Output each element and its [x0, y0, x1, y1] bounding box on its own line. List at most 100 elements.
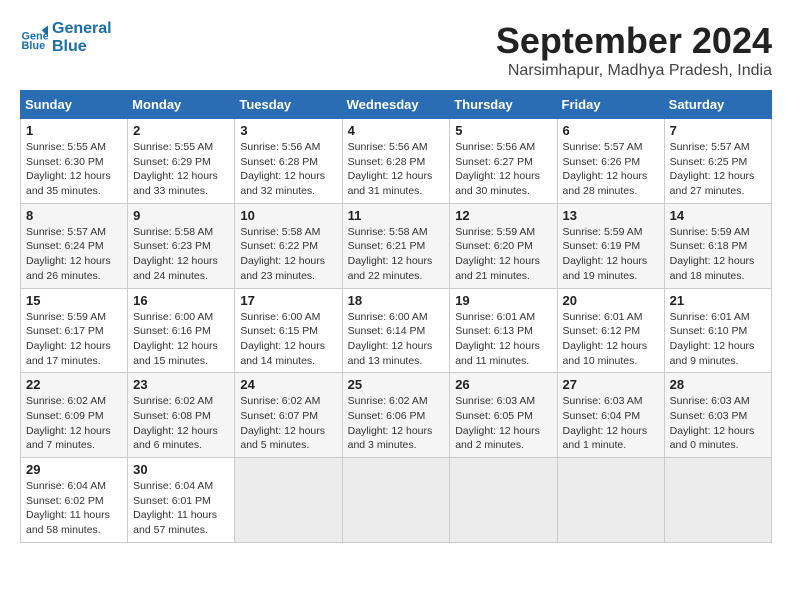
calendar-cell: 5 Sunrise: 5:56 AMSunset: 6:27 PMDaylight…: [450, 119, 557, 204]
day-info: Sunrise: 6:00 AMSunset: 6:16 PMDaylight:…: [133, 310, 229, 369]
logo-icon: General Blue: [20, 24, 48, 52]
day-info: Sunrise: 5:59 AMSunset: 6:17 PMDaylight:…: [26, 310, 122, 369]
day-number: 20: [563, 293, 659, 308]
day-info: Sunrise: 6:01 AMSunset: 6:13 PMDaylight:…: [455, 310, 551, 369]
calendar-cell: 21 Sunrise: 6:01 AMSunset: 6:10 PMDayligh…: [664, 288, 771, 373]
calendar-cell: 26Sunrise: 6:03 AMSunset: 6:05 PMDayligh…: [450, 373, 557, 458]
calendar-cell: 24 Sunrise: 6:02 AMSunset: 6:07 PMDayligh…: [235, 373, 342, 458]
day-info: Sunrise: 6:04 AMSunset: 6:01 PMDaylight:…: [133, 479, 229, 538]
day-info: Sunrise: 5:57 AMSunset: 6:24 PMDaylight:…: [26, 225, 122, 284]
calendar-cell: 22 Sunrise: 6:02 AMSunset: 6:09 PMDayligh…: [21, 373, 128, 458]
day-info: Sunrise: 5:58 AMSunset: 6:21 PMDaylight:…: [348, 225, 445, 284]
day-number: 21: [670, 293, 766, 308]
calendar-cell: 19Sunrise: 6:01 AMSunset: 6:13 PMDayligh…: [450, 288, 557, 373]
day-number: 10: [240, 208, 336, 223]
day-info: Sunrise: 6:02 AMSunset: 6:07 PMDaylight:…: [240, 394, 336, 453]
calendar-cell: 16 Sunrise: 6:00 AMSunset: 6:16 PMDayligh…: [128, 288, 235, 373]
day-info: Sunrise: 6:02 AMSunset: 6:06 PMDaylight:…: [348, 394, 445, 453]
location-title: Narsimhapur, Madhya Pradesh, India: [496, 62, 772, 80]
calendar-week-row: 22 Sunrise: 6:02 AMSunset: 6:09 PMDayligh…: [21, 373, 772, 458]
day-number: 17: [240, 293, 336, 308]
calendar-cell: 25Sunrise: 6:02 AMSunset: 6:06 PMDayligh…: [342, 373, 450, 458]
day-number: 6: [563, 123, 659, 138]
day-number: 4: [348, 123, 445, 138]
day-info: Sunrise: 6:02 AMSunset: 6:08 PMDaylight:…: [133, 394, 229, 453]
header-monday: Monday: [128, 91, 235, 119]
calendar-cell: 7 Sunrise: 5:57 AMSunset: 6:25 PMDaylight…: [664, 119, 771, 204]
calendar-cell: 9 Sunrise: 5:58 AMSunset: 6:23 PMDaylight…: [128, 203, 235, 288]
calendar-cell: 3Sunrise: 5:56 AMSunset: 6:28 PMDaylight…: [235, 119, 342, 204]
logo-line1: General: [52, 20, 112, 38]
header-friday: Friday: [557, 91, 664, 119]
day-number: 22: [26, 377, 122, 392]
day-info: Sunrise: 5:56 AMSunset: 6:28 PMDaylight:…: [348, 140, 445, 199]
day-info: Sunrise: 5:56 AMSunset: 6:28 PMDaylight:…: [240, 140, 336, 199]
calendar-cell: 2 Sunrise: 5:55 AMSunset: 6:29 PMDaylight…: [128, 119, 235, 204]
calendar-cell: 20 Sunrise: 6:01 AMSunset: 6:12 PMDayligh…: [557, 288, 664, 373]
day-info: Sunrise: 5:57 AMSunset: 6:26 PMDaylight:…: [563, 140, 659, 199]
calendar-cell: 30 Sunrise: 6:04 AMSunset: 6:01 PMDayligh…: [128, 458, 235, 543]
day-number: 15: [26, 293, 122, 308]
day-number: 13: [563, 208, 659, 223]
calendar-cell: 11 Sunrise: 5:58 AMSunset: 6:21 PMDayligh…: [342, 203, 450, 288]
day-info: Sunrise: 5:59 AMSunset: 6:20 PMDaylight:…: [455, 225, 551, 284]
day-number: 8: [26, 208, 122, 223]
svg-text:Blue: Blue: [22, 39, 46, 51]
calendar-cell: [664, 458, 771, 543]
calendar-cell: [235, 458, 342, 543]
month-title: September 2024: [496, 20, 772, 62]
calendar-cell: 23 Sunrise: 6:02 AMSunset: 6:08 PMDayligh…: [128, 373, 235, 458]
header-tuesday: Tuesday: [235, 91, 342, 119]
day-info: Sunrise: 6:04 AMSunset: 6:02 PMDaylight:…: [26, 479, 122, 538]
calendar-cell: 27Sunrise: 6:03 AMSunset: 6:04 PMDayligh…: [557, 373, 664, 458]
calendar-cell: 1 Sunrise: 5:55 AMSunset: 6:30 PMDaylight…: [21, 119, 128, 204]
day-info: Sunrise: 5:55 AMSunset: 6:30 PMDaylight:…: [26, 140, 122, 199]
day-number: 5: [455, 123, 551, 138]
calendar-cell: 17 Sunrise: 6:00 AMSunset: 6:15 PMDayligh…: [235, 288, 342, 373]
day-info: Sunrise: 6:01 AMSunset: 6:10 PMDaylight:…: [670, 310, 766, 369]
day-info: Sunrise: 6:02 AMSunset: 6:09 PMDaylight:…: [26, 394, 122, 453]
calendar-week-row: 8 Sunrise: 5:57 AMSunset: 6:24 PMDaylight…: [21, 203, 772, 288]
day-number: 11: [348, 208, 445, 223]
day-number: 2: [133, 123, 229, 138]
header-sunday: Sunday: [21, 91, 128, 119]
calendar-cell: 4 Sunrise: 5:56 AMSunset: 6:28 PMDaylight…: [342, 119, 450, 204]
calendar-cell: [557, 458, 664, 543]
title-section: September 2024 Narsimhapur, Madhya Prade…: [496, 20, 772, 80]
day-number: 7: [670, 123, 766, 138]
header-saturday: Saturday: [664, 91, 771, 119]
calendar-week-row: 29 Sunrise: 6:04 AMSunset: 6:02 PMDayligh…: [21, 458, 772, 543]
day-number: 26: [455, 377, 551, 392]
day-number: 9: [133, 208, 229, 223]
day-number: 1: [26, 123, 122, 138]
calendar-cell: 8 Sunrise: 5:57 AMSunset: 6:24 PMDaylight…: [21, 203, 128, 288]
calendar-cell: 15 Sunrise: 5:59 AMSunset: 6:17 PMDayligh…: [21, 288, 128, 373]
day-info: Sunrise: 5:58 AMSunset: 6:23 PMDaylight:…: [133, 225, 229, 284]
calendar-cell: 6 Sunrise: 5:57 AMSunset: 6:26 PMDaylight…: [557, 119, 664, 204]
day-number: 24: [240, 377, 336, 392]
header-thursday: Thursday: [450, 91, 557, 119]
calendar-week-row: 1 Sunrise: 5:55 AMSunset: 6:30 PMDaylight…: [21, 119, 772, 204]
logo-line2: Blue: [52, 38, 112, 56]
day-info: Sunrise: 5:59 AMSunset: 6:19 PMDaylight:…: [563, 225, 659, 284]
calendar-cell: 13 Sunrise: 5:59 AMSunset: 6:19 PMDayligh…: [557, 203, 664, 288]
calendar-cell: [450, 458, 557, 543]
calendar-cell: [342, 458, 450, 543]
calendar-week-row: 15 Sunrise: 5:59 AMSunset: 6:17 PMDayligh…: [21, 288, 772, 373]
calendar-body: 1 Sunrise: 5:55 AMSunset: 6:30 PMDaylight…: [21, 119, 772, 543]
calendar-cell: 10Sunrise: 5:58 AMSunset: 6:22 PMDayligh…: [235, 203, 342, 288]
day-info: Sunrise: 5:55 AMSunset: 6:29 PMDaylight:…: [133, 140, 229, 199]
day-number: 18: [348, 293, 445, 308]
day-number: 28: [670, 377, 766, 392]
day-number: 23: [133, 377, 229, 392]
header-wednesday: Wednesday: [342, 91, 450, 119]
day-number: 16: [133, 293, 229, 308]
day-info: Sunrise: 5:56 AMSunset: 6:27 PMDaylight:…: [455, 140, 551, 199]
day-info: Sunrise: 6:01 AMSunset: 6:12 PMDaylight:…: [563, 310, 659, 369]
day-info: Sunrise: 6:00 AMSunset: 6:15 PMDaylight:…: [240, 310, 336, 369]
day-number: 29: [26, 462, 122, 477]
day-number: 30: [133, 462, 229, 477]
day-info: Sunrise: 5:57 AMSunset: 6:25 PMDaylight:…: [670, 140, 766, 199]
logo: General Blue General Blue: [20, 20, 112, 55]
day-info: Sunrise: 5:59 AMSunset: 6:18 PMDaylight:…: [670, 225, 766, 284]
